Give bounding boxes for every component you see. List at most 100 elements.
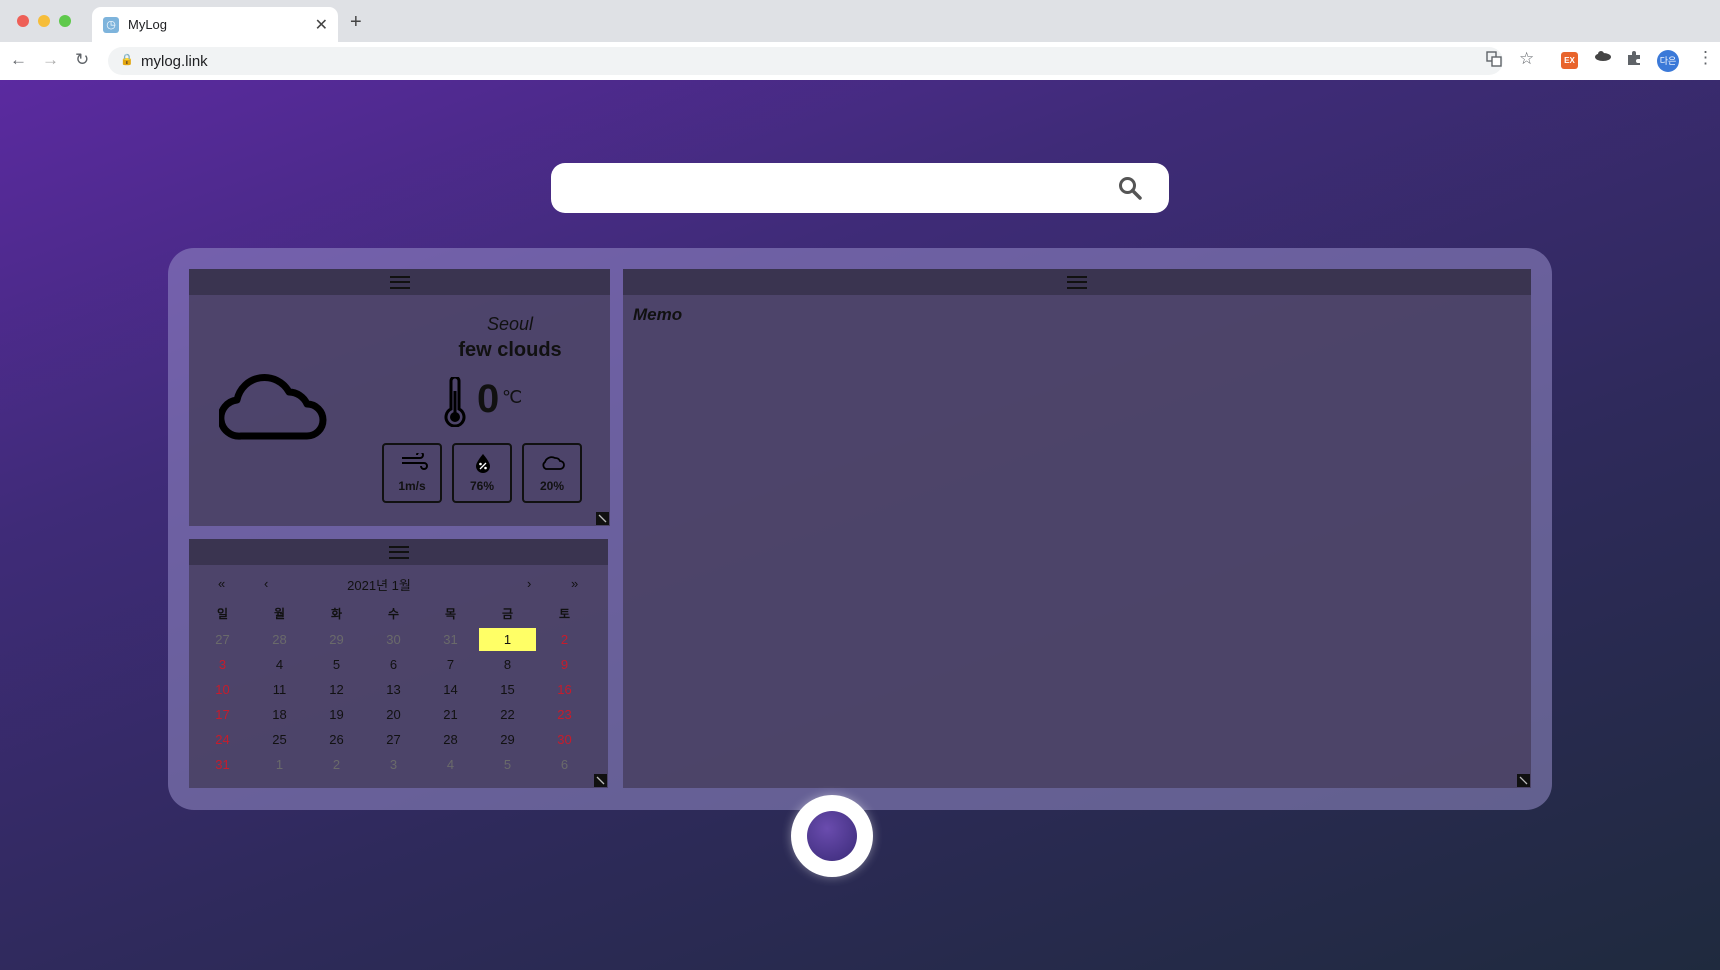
browser-toolbar: ← → ↻ 🔒 mylog.link ☆ EX 다은 ⋮	[0, 42, 1720, 81]
resize-handle-icon[interactable]	[594, 774, 607, 787]
weekday-label: 토	[558, 607, 571, 621]
calendar-day[interactable]: 10	[194, 678, 251, 703]
thermometer-icon	[444, 377, 466, 427]
calendar-day[interactable]: 13	[365, 678, 422, 703]
calendar-day[interactable]: 26	[308, 728, 365, 753]
translate-icon[interactable]	[1486, 51, 1502, 71]
calendar-week-row: 10 11 12 13 14 15 16	[194, 678, 594, 703]
calendar-day[interactable]: 31	[422, 628, 479, 653]
hamburger-icon	[1067, 275, 1087, 289]
calendar-day[interactable]: 4	[422, 753, 479, 778]
calendar-day[interactable]: 19	[308, 703, 365, 728]
browser-tab-bar: ◷ MyLog ✕ +	[0, 0, 1720, 42]
calendar-day[interactable]: 16	[536, 678, 593, 703]
calendar-day[interactable]: 11	[251, 678, 308, 703]
calendar-day[interactable]: 22	[479, 703, 536, 728]
address-bar[interactable]: 🔒 mylog.link	[108, 47, 1503, 75]
calendar-day[interactable]: 15	[479, 678, 536, 703]
humidity-drop-icon	[476, 454, 490, 473]
browser-tab[interactable]: ◷ MyLog ✕	[92, 7, 338, 42]
calendar-day[interactable]: 6	[365, 653, 422, 678]
calendar-day[interactable]: 29	[308, 628, 365, 653]
calendar-week-row: 3 4 5 6 7 8 9	[194, 653, 594, 678]
weekday-label: 수	[387, 607, 400, 621]
extension-ex-icon[interactable]: EX	[1561, 52, 1578, 69]
calendar-day[interactable]: 27	[194, 628, 251, 653]
prev-year-button[interactable]: «	[218, 576, 225, 591]
floating-orb-button[interactable]	[791, 795, 873, 877]
calendar-day[interactable]: 2	[536, 628, 593, 653]
calendar-day[interactable]: 3	[194, 653, 251, 678]
calendar-drag-handle[interactable]	[189, 539, 608, 565]
calendar-day[interactable]: 23	[536, 703, 593, 728]
menu-kebab-icon[interactable]: ⋮	[1697, 48, 1714, 68]
weather-drag-handle[interactable]	[189, 269, 610, 295]
close-window-button[interactable]	[17, 15, 29, 27]
memo-widget: Memo	[623, 269, 1531, 788]
new-tab-button[interactable]: +	[350, 11, 362, 34]
calendar-day[interactable]: 28	[422, 728, 479, 753]
calendar-day-selected[interactable]: 1	[479, 628, 536, 651]
extension-cloud-icon[interactable]	[1594, 49, 1612, 67]
calendar-widget: « ‹ 2021년 1월 › » 일 월 화 수 목 금 토 27 28 29	[189, 539, 608, 788]
calendar-day[interactable]: 3	[365, 753, 422, 778]
search-icon[interactable]	[1117, 175, 1143, 201]
weekday-label: 금	[501, 607, 514, 621]
calendar-day[interactable]: 18	[251, 703, 308, 728]
temperature-value: 0	[477, 377, 500, 421]
profile-avatar[interactable]: 다은	[1657, 50, 1679, 72]
humidity-value: 76%	[469, 479, 495, 493]
widget-board: Seoul few clouds 0 ℃ 1m/s 76% 20% « ‹ 20…	[168, 248, 1552, 810]
cloudiness-value: 20%	[539, 479, 565, 493]
humidity-box: 76%	[452, 443, 512, 503]
resize-handle-icon[interactable]	[1517, 774, 1530, 787]
calendar-week-row: 27 28 29 30 31 1 2	[194, 628, 594, 653]
bookmark-star-icon[interactable]: ☆	[1519, 49, 1534, 69]
calendar-day[interactable]: 30	[365, 628, 422, 653]
calendar-day[interactable]: 9	[536, 653, 593, 678]
next-year-button[interactable]: »	[571, 576, 578, 591]
back-icon[interactable]: ←	[10, 50, 27, 70]
minimize-window-button[interactable]	[38, 15, 50, 27]
calendar-day[interactable]: 24	[194, 728, 251, 753]
resize-handle-icon[interactable]	[596, 512, 609, 525]
calendar-day[interactable]: 31	[194, 753, 251, 778]
calendar-grid: 일 월 화 수 목 금 토 27 28 29 30 31 1 2 3 4 5 6…	[194, 603, 594, 778]
search-input[interactable]	[571, 175, 1115, 203]
calendar-day[interactable]: 20	[365, 703, 422, 728]
calendar-month-title[interactable]: 2021년 1월	[319, 575, 439, 594]
calendar-day[interactable]: 14	[422, 678, 479, 703]
calendar-day[interactable]: 5	[308, 653, 365, 678]
next-month-button[interactable]: ›	[527, 576, 531, 591]
reload-icon[interactable]: ↻	[75, 50, 89, 70]
memo-drag-handle[interactable]	[623, 269, 1531, 295]
tab-close-icon[interactable]: ✕	[315, 15, 328, 35]
clouds-box: 20%	[522, 443, 582, 503]
calendar-day[interactable]: 27	[365, 728, 422, 753]
maximize-window-button[interactable]	[59, 15, 71, 27]
extensions-puzzle-icon[interactable]	[1626, 50, 1642, 70]
weather-widget: Seoul few clouds 0 ℃ 1m/s 76% 20%	[189, 269, 610, 526]
calendar-day[interactable]: 17	[194, 703, 251, 728]
favicon-icon: ◷	[103, 17, 119, 33]
cloud-weather-icon	[219, 373, 327, 440]
calendar-day[interactable]: 29	[479, 728, 536, 753]
calendar-day[interactable]: 1	[251, 753, 308, 778]
calendar-day[interactable]: 12	[308, 678, 365, 703]
calendar-day[interactable]: 5	[479, 753, 536, 778]
calendar-day[interactable]: 28	[251, 628, 308, 653]
calendar-day[interactable]: 7	[422, 653, 479, 678]
prev-month-button[interactable]: ‹	[264, 576, 268, 591]
calendar-day[interactable]: 30	[536, 728, 593, 753]
memo-title[interactable]: Memo	[633, 305, 682, 325]
wind-speed: 1m/s	[398, 479, 426, 493]
calendar-day[interactable]: 4	[251, 653, 308, 678]
calendar-day[interactable]: 2	[308, 753, 365, 778]
calendar-day[interactable]: 25	[251, 728, 308, 753]
hamburger-icon	[389, 275, 410, 289]
calendar-day[interactable]: 8	[479, 653, 536, 678]
calendar-week-row: 31 1 2 3 4 5 6	[194, 753, 594, 778]
calendar-day[interactable]: 21	[422, 703, 479, 728]
forward-icon[interactable]: →	[42, 50, 59, 70]
calendar-day[interactable]: 6	[536, 753, 593, 778]
